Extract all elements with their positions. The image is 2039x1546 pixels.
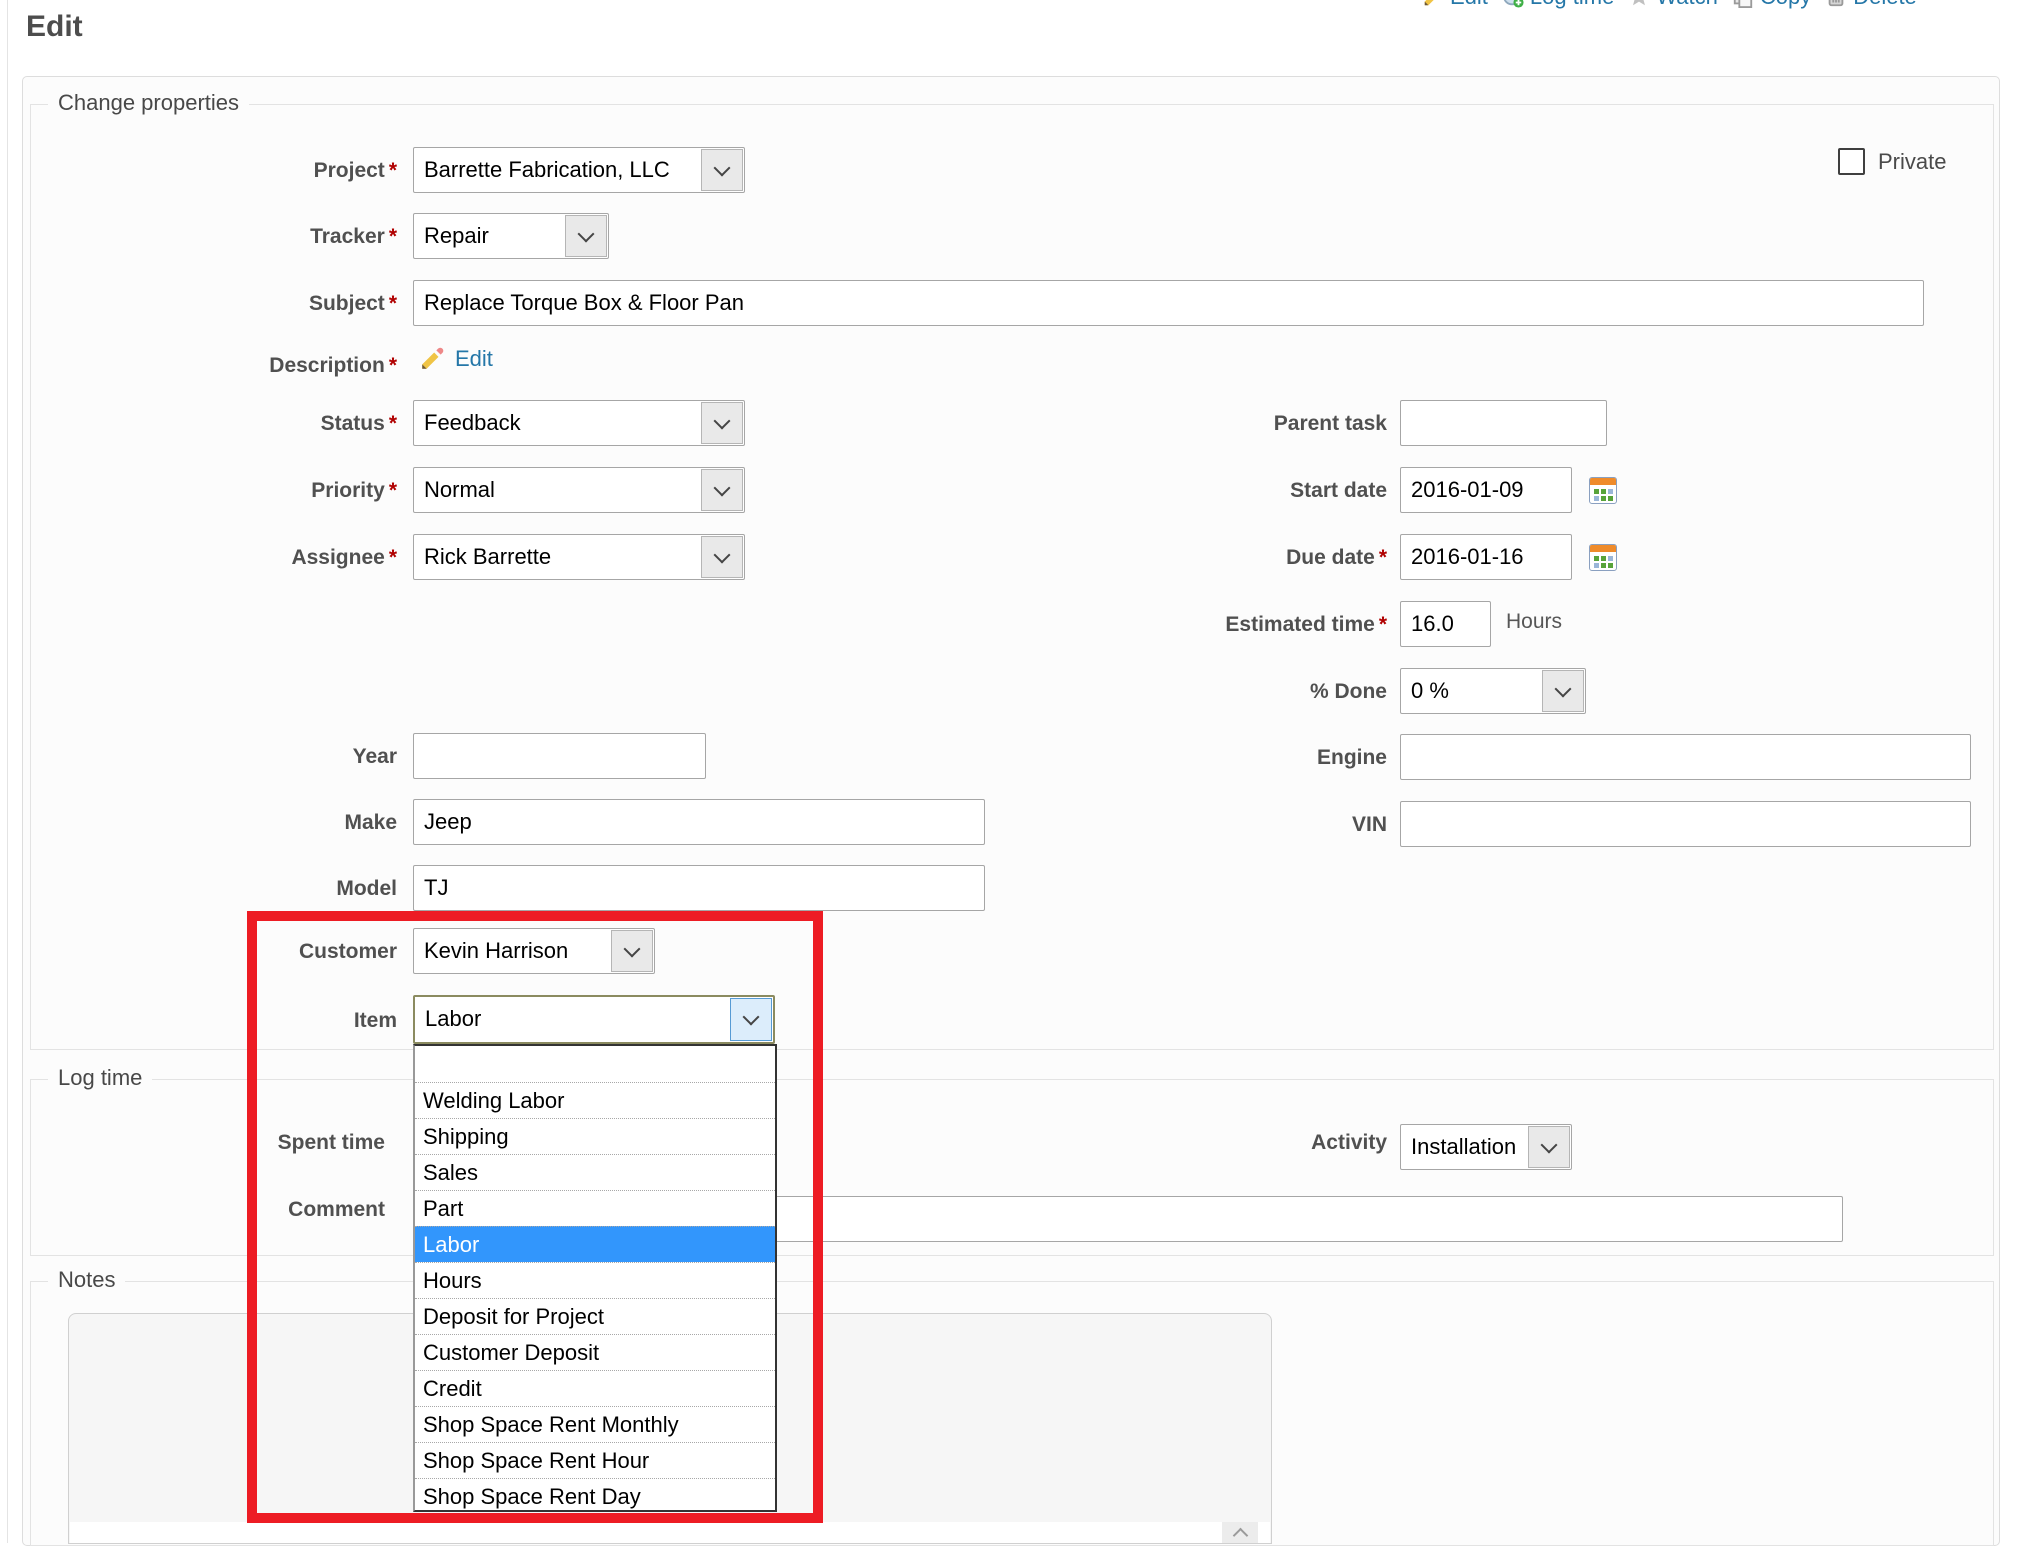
item-dropdown-list: Welding Labor Shipping Sales Part Labor … xyxy=(413,1044,777,1512)
pencil-icon xyxy=(1422,0,1444,8)
status-select[interactable]: Feedback xyxy=(413,400,745,446)
description-label: Description* xyxy=(60,351,397,381)
subject-label: Subject* xyxy=(60,289,397,319)
estimated-time-input[interactable]: 16.0 xyxy=(1400,601,1491,647)
priority-label: Priority* xyxy=(60,476,397,506)
delete-action-link[interactable]: Delete xyxy=(1825,0,1917,10)
dropdown-option[interactable]: Shipping xyxy=(415,1118,775,1154)
vin-input[interactable] xyxy=(1400,801,1971,847)
issue-edit-page: Edit Log time Watch Copy Delete Edit Cha… xyxy=(0,0,2039,1543)
change-properties-legend: Change properties xyxy=(48,90,249,116)
project-select[interactable]: Barrette Fabrication, LLC xyxy=(413,147,745,193)
year-label: Year xyxy=(60,742,397,772)
dropdown-option[interactable]: Shop Space Rent Day xyxy=(415,1478,775,1514)
assignee-select[interactable]: Rick Barrette xyxy=(413,534,745,580)
log-time-legend: Log time xyxy=(48,1065,152,1091)
description-edit-row: Edit xyxy=(419,346,493,372)
calendar-icon[interactable] xyxy=(1589,544,1617,571)
chevron-down-icon xyxy=(701,149,743,191)
chevron-down-icon xyxy=(1528,1126,1570,1168)
due-date-input[interactable]: 2016-01-16 xyxy=(1400,534,1572,580)
chevron-down-icon xyxy=(701,469,743,511)
chevron-up-icon xyxy=(1232,1528,1248,1544)
dropdown-option[interactable]: Welding Labor xyxy=(415,1082,775,1118)
project-label: Project* xyxy=(60,156,397,186)
make-label: Make xyxy=(60,808,397,838)
engine-label: Engine xyxy=(1040,743,1387,773)
clock-plus-icon xyxy=(1502,0,1524,8)
log-time-action-link[interactable]: Log time xyxy=(1502,0,1614,10)
comment-label: Comment xyxy=(85,1195,385,1225)
star-icon xyxy=(1628,0,1650,8)
start-date-label: Start date xyxy=(1040,476,1387,506)
status-label: Status* xyxy=(60,409,397,439)
description-edit-link[interactable]: Edit xyxy=(455,346,493,372)
issue-action-bar: Edit Log time Watch Copy Delete xyxy=(1422,0,1917,10)
parent-task-input[interactable] xyxy=(1400,400,1607,446)
estimated-time-unit: Hours xyxy=(1506,610,1562,634)
page-title: Edit xyxy=(26,10,83,44)
chevron-down-icon xyxy=(730,998,772,1041)
notes-legend: Notes xyxy=(48,1267,125,1293)
dropdown-option[interactable]: Shop Space Rent Hour xyxy=(415,1442,775,1478)
done-label: % Done xyxy=(1040,677,1387,707)
private-label: Private xyxy=(1878,149,1946,175)
chevron-down-icon xyxy=(701,536,743,578)
dropdown-option[interactable]: Deposit for Project xyxy=(415,1298,775,1334)
customer-label: Customer xyxy=(60,937,397,967)
private-checkbox[interactable] xyxy=(1838,148,1865,175)
item-label: Item xyxy=(60,1006,397,1036)
copy-icon xyxy=(1732,0,1754,8)
engine-input[interactable] xyxy=(1400,734,1971,780)
start-date-input[interactable]: 2016-01-09 xyxy=(1400,467,1572,513)
dropdown-option[interactable]: Sales xyxy=(415,1154,775,1190)
assignee-label: Assignee* xyxy=(60,543,397,573)
copy-action-link[interactable]: Copy xyxy=(1732,0,1811,10)
dropdown-option[interactable]: Hours xyxy=(415,1262,775,1298)
item-select[interactable]: Labor xyxy=(413,995,775,1044)
subject-input[interactable]: Replace Torque Box & Floor Pan xyxy=(413,280,1924,326)
parent-task-label: Parent task xyxy=(1040,409,1387,439)
customer-select[interactable]: Kevin Harrison xyxy=(413,928,655,974)
chevron-down-icon xyxy=(611,930,653,972)
chevron-down-icon xyxy=(1542,670,1584,712)
tracker-select[interactable]: Repair xyxy=(413,213,609,259)
tracker-label: Tracker* xyxy=(60,222,397,252)
make-input[interactable]: Jeep xyxy=(413,799,985,845)
vin-label: VIN xyxy=(1040,810,1387,840)
edit-action-link[interactable]: Edit xyxy=(1422,0,1488,10)
watch-action-link[interactable]: Watch xyxy=(1628,0,1718,10)
pencil-icon xyxy=(419,346,445,372)
estimated-time-label: Estimated time* xyxy=(1040,610,1387,640)
dropdown-option[interactable] xyxy=(415,1046,775,1082)
calendar-icon[interactable] xyxy=(1589,477,1617,504)
model-input[interactable]: TJ xyxy=(413,865,985,911)
done-ratio-select[interactable]: 0 % xyxy=(1400,668,1586,714)
dropdown-option[interactable]: Customer Deposit xyxy=(415,1334,775,1370)
dropdown-option[interactable]: Credit xyxy=(415,1370,775,1406)
spent-time-label: Spent time xyxy=(85,1128,385,1158)
trash-icon xyxy=(1825,0,1847,8)
chevron-down-icon xyxy=(701,402,743,444)
model-label: Model xyxy=(60,874,397,904)
activity-select[interactable]: Installation xyxy=(1400,1124,1572,1170)
dropdown-option[interactable]: Part xyxy=(415,1190,775,1226)
priority-select[interactable]: Normal xyxy=(413,467,745,513)
activity-label: Activity xyxy=(1040,1128,1387,1158)
toolbar-collapse-button[interactable] xyxy=(1222,1522,1258,1543)
content-left-border xyxy=(7,0,8,1543)
due-date-label: Due date* xyxy=(1040,543,1387,573)
notes-edit-area[interactable] xyxy=(70,1522,1270,1543)
dropdown-option[interactable]: Shop Space Rent Monthly xyxy=(415,1406,775,1442)
dropdown-option-selected[interactable]: Labor xyxy=(415,1226,775,1262)
year-input[interactable] xyxy=(413,733,706,779)
chevron-down-icon xyxy=(565,215,607,257)
